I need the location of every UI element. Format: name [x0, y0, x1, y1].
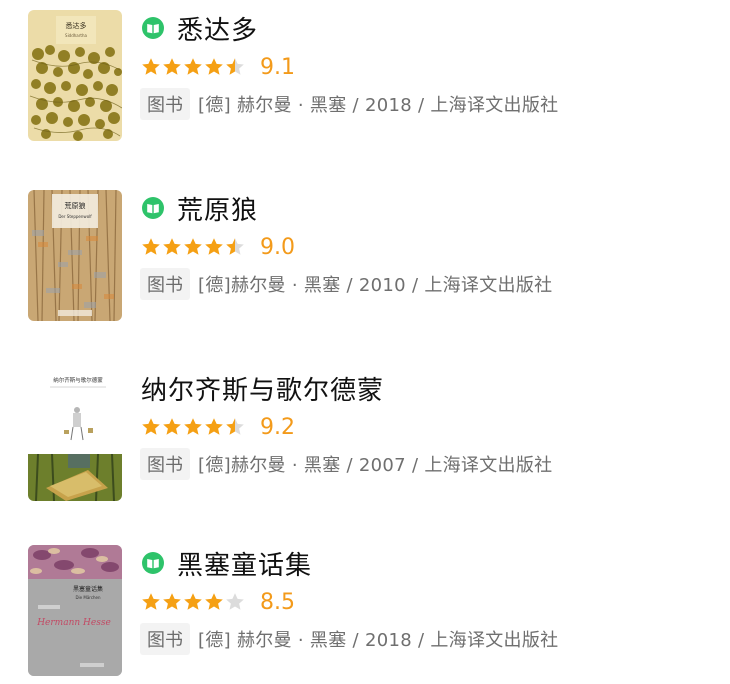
category-tag: 图书: [140, 268, 190, 300]
book-meta: [德] 赫尔曼 · 黑塞 / 2018 / 上海译文出版社: [198, 95, 559, 116]
book-title[interactable]: 荒原狼: [177, 190, 258, 227]
cover-signature: Hermann Hesse: [36, 618, 111, 628]
star-filled-icon: [204, 57, 224, 77]
star-filled-icon: [183, 237, 203, 257]
cover-subtitle: Siddhartha: [65, 33, 87, 38]
cover-art-steppenwolf: 荒原狼 Der Steppenwolf: [28, 190, 122, 321]
ebook-available-icon: [141, 16, 165, 40]
cover-title: 纳尔齐斯与歌尔德蒙: [53, 376, 103, 384]
cover-title: 悉达多: [66, 21, 87, 30]
rating-score: 8.5: [260, 589, 295, 615]
book-meta: [德]赫尔曼 · 黑塞 / 2007 / 上海译文出版社: [198, 455, 553, 476]
ebook-available-icon: [141, 196, 165, 220]
book-item-narziss[interactable]: 纳尔齐斯与歌尔德蒙 纳尔齐斯与歌尔德蒙 9.2 图书 [德]赫尔曼 · 黑塞 /…: [0, 360, 730, 501]
star-filled-icon: [204, 237, 224, 257]
book-cover[interactable]: 纳尔齐斯与歌尔德蒙: [28, 370, 122, 501]
category-tag: 图书: [140, 88, 190, 120]
book-cover[interactable]: 悉达多 Siddhartha: [28, 10, 122, 141]
star-filled-icon: [183, 592, 203, 612]
star-filled-icon: [183, 417, 203, 437]
cover-title: 黑塞童话集: [73, 585, 103, 593]
cover-art-maerchen: 黑塞童话集 Die Märchen Hermann Hesse: [28, 545, 122, 676]
star-filled-icon: [183, 57, 203, 77]
star-filled-icon: [204, 592, 224, 612]
star-filled-icon: [141, 417, 161, 437]
star-half-icon: [225, 237, 245, 257]
star-filled-icon: [141, 592, 161, 612]
book-title[interactable]: 纳尔齐斯与歌尔德蒙: [141, 370, 384, 407]
star-filled-icon: [162, 592, 182, 612]
book-meta: [德]赫尔曼 · 黑塞 / 2010 / 上海译文出版社: [198, 275, 553, 296]
ebook-available-icon: [141, 551, 165, 575]
cover-title: 荒原狼: [65, 201, 86, 210]
cover-art-narziss: 纳尔齐斯与歌尔德蒙: [28, 370, 122, 501]
book-cover[interactable]: 黑塞童话集 Die Märchen Hermann Hesse: [28, 545, 122, 676]
star-filled-icon: [141, 57, 161, 77]
rating-stars: [141, 592, 246, 612]
book-cover[interactable]: 荒原狼 Der Steppenwolf: [28, 190, 122, 321]
book-item-steppenwolf[interactable]: 荒原狼 Der Steppenwolf 荒原狼 9.0 图书 [德]赫尔曼 · …: [0, 180, 730, 321]
book-meta: [德] 赫尔曼 · 黑塞 / 2018 / 上海译文出版社: [198, 630, 559, 651]
cover-subtitle: Der Steppenwolf: [58, 214, 92, 219]
rating-stars: [141, 57, 246, 77]
star-half-icon: [225, 57, 245, 77]
star-empty-icon: [225, 592, 245, 612]
star-filled-icon: [162, 237, 182, 257]
rating-stars: [141, 417, 246, 437]
book-item-maerchen[interactable]: 黑塞童话集 Die Märchen Hermann Hesse 黑塞童话集 8.…: [0, 535, 730, 676]
rating-score: 9.2: [260, 414, 295, 440]
star-filled-icon: [162, 417, 182, 437]
book-title[interactable]: 黑塞童话集: [177, 545, 312, 582]
rating-score: 9.1: [260, 54, 295, 80]
book-item-siddhartha[interactable]: 悉达多 Siddhartha 悉达多 9.1 图书 [德] 赫尔曼 · 黑塞 /…: [0, 0, 730, 141]
category-tag: 图书: [140, 623, 190, 655]
star-filled-icon: [141, 237, 161, 257]
cover-subtitle: Die Märchen: [75, 595, 101, 600]
cover-art-siddhartha: 悉达多 Siddhartha: [28, 10, 122, 141]
rating-stars: [141, 237, 246, 257]
category-tag: 图书: [140, 448, 190, 480]
star-filled-icon: [204, 417, 224, 437]
rating-score: 9.0: [260, 234, 295, 260]
star-half-icon: [225, 417, 245, 437]
book-title[interactable]: 悉达多: [177, 10, 258, 47]
star-filled-icon: [162, 57, 182, 77]
